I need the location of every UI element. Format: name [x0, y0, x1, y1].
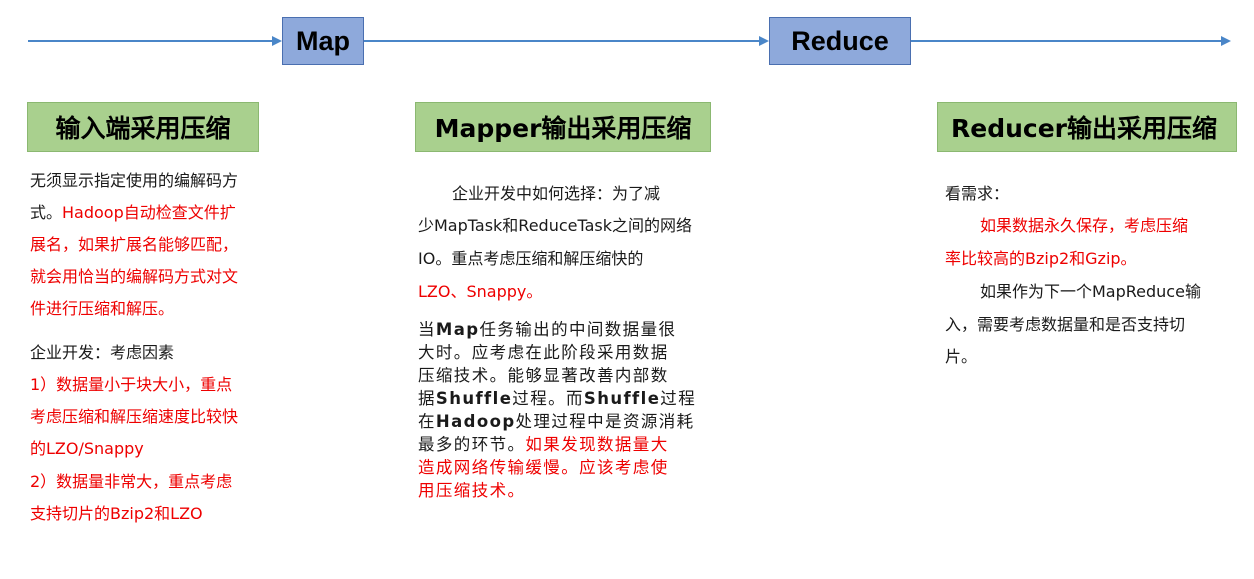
mapper-dense-span: 据 [418, 389, 436, 408]
reducer-text-line: 看需求： [945, 184, 1010, 203]
mapper-dense-span: 过程 [660, 389, 697, 408]
mapper-text-line: IO。重点考虑压缩和解压缩快的 [418, 249, 644, 268]
input-factor-item: 支持切片的Bzip2和LZO [30, 504, 203, 523]
mapper-dense-span: 过程。而 [512, 389, 584, 408]
input-text-line: 无须显示指定使用的编解码方 [30, 171, 239, 190]
input-text-line: 展名，如果扩展名能够匹配， [30, 235, 239, 254]
mapper-dense-span: 在 [418, 412, 436, 431]
flow-diagram [28, 36, 1231, 46]
input-highlight-span: Hadoop自动检查文件扩 [62, 203, 236, 222]
reducer-text-line: 如果作为下一个MapReduce输 [980, 282, 1201, 301]
mapper-dense-line: 据Shuffle过程。而Shuffle过程 [418, 387, 696, 410]
mapper-text-line: 企业开发中如何选择：为了减 [452, 184, 661, 203]
mapper-dense-bold: Map [435, 320, 480, 339]
reducer-text-line: 片。 [945, 347, 978, 366]
input-compression-header: 输入端采用压缩 [27, 102, 259, 152]
input-factor-item: 考虑压缩和解压缩速度比较快 [30, 407, 239, 426]
reducer-text-line: 率比较高的Bzip2和Gzip。 [945, 249, 1137, 268]
mapper-text-line: LZO、Snappy。 [418, 282, 543, 301]
mapper-dense-bold: Shuffle [435, 389, 513, 408]
mapper-dense-line: 压缩技术。能够显著改善内部数 [418, 366, 669, 385]
map-stage-box: Map [282, 17, 364, 65]
arrowhead-to-map [272, 36, 282, 46]
reducer-text-line: 入，需要考虑数据量和是否支持切 [945, 315, 1186, 334]
mapper-dense-line: 最多的环节。如果发现数据量大 [418, 433, 669, 456]
mapper-dense-span: 任务输出的中间数据量很 [479, 320, 677, 339]
mapper-dense-span: 最多的环节。 [418, 435, 526, 454]
arrowhead-end [1221, 36, 1231, 46]
input-text-line: 就会用恰当的编解码方式对文 [30, 267, 239, 286]
mapper-dense-line: 造成网络传输缓慢。应该考虑使 [418, 458, 669, 477]
mapper-compression-header: Mapper输出采用压缩 [415, 102, 711, 152]
mapper-dense-span: 处理过程中是资源消耗 [515, 412, 695, 431]
mapper-text-line: 少MapTask和ReduceTask之间的网络 [418, 216, 693, 235]
input-factor-item: 1）数据量小于块大小，重点 [30, 375, 233, 394]
input-factor-item: 2）数据量非常大，重点考虑 [30, 472, 233, 491]
mapper-dense-span: 当 [418, 320, 436, 339]
mapper-highlight-span: 如果发现数据量大 [525, 435, 669, 454]
input-factors-label: 企业开发：考虑因素 [30, 343, 175, 362]
mapper-dense-bold: Hadoop [435, 412, 516, 431]
input-text-line: 式。Hadoop自动检查文件扩 [30, 197, 236, 229]
mapper-dense-line: 大时。应考虑在此阶段采用数据 [418, 343, 669, 362]
input-factor-item: 的LZO/Snappy [30, 439, 144, 458]
reduce-stage-box: Reduce [769, 17, 911, 65]
arrowhead-to-reduce [759, 36, 769, 46]
reducer-compression-header: Reducer输出采用压缩 [937, 102, 1237, 152]
mapper-dense-bold: Shuffle [583, 389, 661, 408]
mapper-dense-line: 用压缩技术。 [418, 481, 526, 500]
input-text-line: 件进行压缩和解压。 [30, 299, 175, 318]
reducer-text-line: 如果数据永久保存，考虑压缩 [980, 216, 1189, 235]
mapper-dense-line: 在Hadoop处理过程中是资源消耗 [418, 410, 695, 433]
mapper-dense-line: 当Map任务输出的中间数据量很 [418, 318, 676, 341]
input-text-span: 式。 [30, 203, 63, 222]
